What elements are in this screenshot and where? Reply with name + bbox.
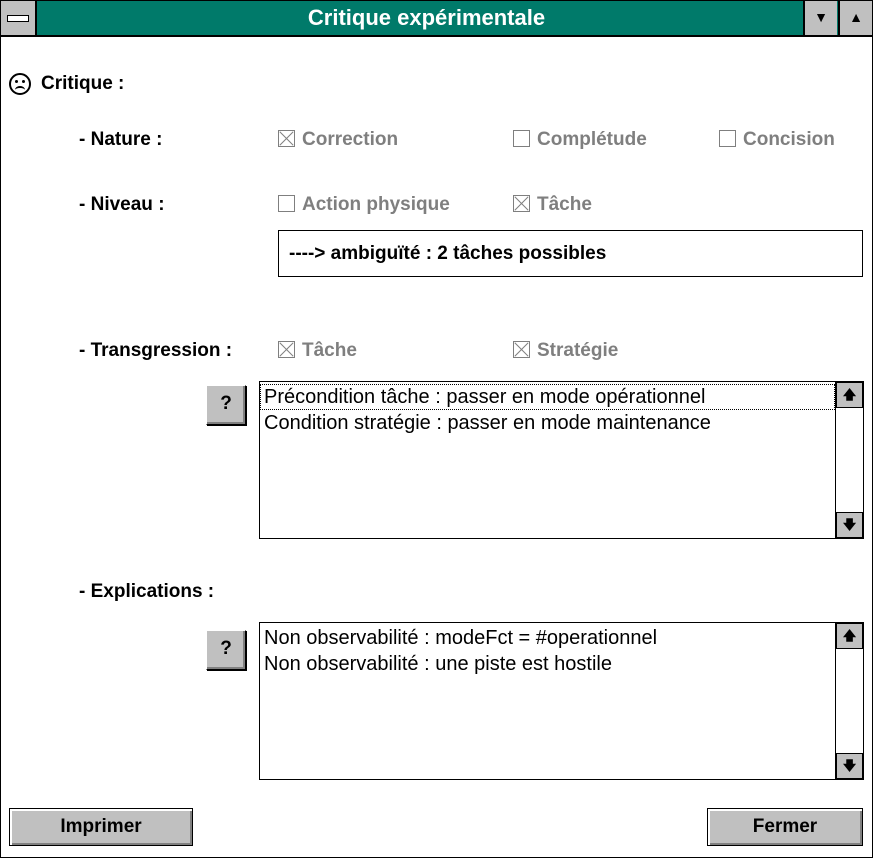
- checkbox-concision: Concision: [719, 129, 835, 151]
- scroll-down-icon[interactable]: 🡇: [836, 753, 863, 779]
- minimize-arrow-icon: ▼: [814, 9, 828, 25]
- sad-face-icon: [9, 73, 31, 95]
- checkbox-label: Correction: [302, 129, 399, 150]
- checkbox-label: Action physique: [302, 194, 450, 215]
- nature-label: - Nature :: [79, 129, 163, 150]
- system-menu-button[interactable]: [1, 1, 37, 35]
- checkbox-unchecked-icon: [278, 195, 295, 212]
- checkbox-transgression-strategie: Stratégie: [513, 340, 618, 362]
- list-item[interactable]: Précondition tâche : passer en mode opér…: [260, 384, 835, 410]
- niveau-result-box: ----> ambiguïté : 2 tâches possibles: [278, 230, 863, 277]
- checkbox-checked-icon: [278, 341, 295, 358]
- print-button[interactable]: Imprimer: [9, 808, 193, 846]
- transgression-label: - Transgression :: [79, 340, 233, 361]
- checkbox-action-physique: Action physique: [278, 194, 450, 216]
- system-menu-icon: [7, 15, 29, 22]
- transgression-help-button[interactable]: ?: [206, 385, 246, 425]
- checkbox-label: Stratégie: [537, 340, 619, 361]
- transgression-scrollbar[interactable]: 🡅 🡇: [835, 382, 863, 538]
- scroll-up-icon[interactable]: 🡅: [836, 623, 863, 649]
- maximize-arrow-icon: ▲: [849, 9, 863, 25]
- maximize-button[interactable]: ▲: [838, 1, 872, 35]
- explications-scrollbar[interactable]: 🡅 🡇: [835, 623, 863, 779]
- minimize-button[interactable]: ▼: [803, 1, 837, 35]
- checkbox-unchecked-icon: [513, 130, 530, 147]
- checkbox-transgression-tache: Tâche: [278, 340, 357, 362]
- checkbox-label: Complétude: [537, 129, 647, 150]
- checkbox-label: Concision: [743, 129, 835, 150]
- list-item[interactable]: Condition stratégie : passer en mode mai…: [260, 410, 835, 436]
- checkbox-completude: Complétude: [513, 129, 647, 151]
- critique-window: Critique expérimentale ▼ ▲ Critique : - …: [0, 0, 873, 858]
- niveau-label: - Niveau :: [79, 194, 165, 215]
- checkbox-niveau-tache: Tâche: [513, 194, 592, 216]
- checkbox-checked-icon: [513, 341, 530, 358]
- checkbox-label: Tâche: [302, 340, 357, 361]
- checkbox-checked-icon: [513, 195, 530, 212]
- transgression-listbox[interactable]: Précondition tâche : passer en mode opér…: [259, 381, 864, 539]
- checkbox-label: Tâche: [537, 194, 592, 215]
- close-button[interactable]: Fermer: [707, 808, 863, 846]
- checkbox-unchecked-icon: [719, 130, 736, 147]
- checkbox-checked-icon: [278, 130, 295, 147]
- window-title: Critique expérimentale: [307, 5, 546, 30]
- list-item[interactable]: Non observabilité : modeFct = #operation…: [260, 625, 835, 651]
- explications-label: - Explications :: [79, 581, 215, 602]
- critique-label: Critique :: [41, 73, 125, 94]
- explications-listbox[interactable]: Non observabilité : modeFct = #operation…: [259, 622, 864, 780]
- title-bar[interactable]: Critique expérimentale ▼ ▲: [1, 1, 872, 37]
- checkbox-correction: Correction: [278, 129, 398, 151]
- list-item[interactable]: Non observabilité : une piste est hostil…: [260, 651, 835, 677]
- scroll-down-icon[interactable]: 🡇: [836, 512, 863, 538]
- scroll-up-icon[interactable]: 🡅: [836, 382, 863, 408]
- explications-help-button[interactable]: ?: [206, 630, 246, 670]
